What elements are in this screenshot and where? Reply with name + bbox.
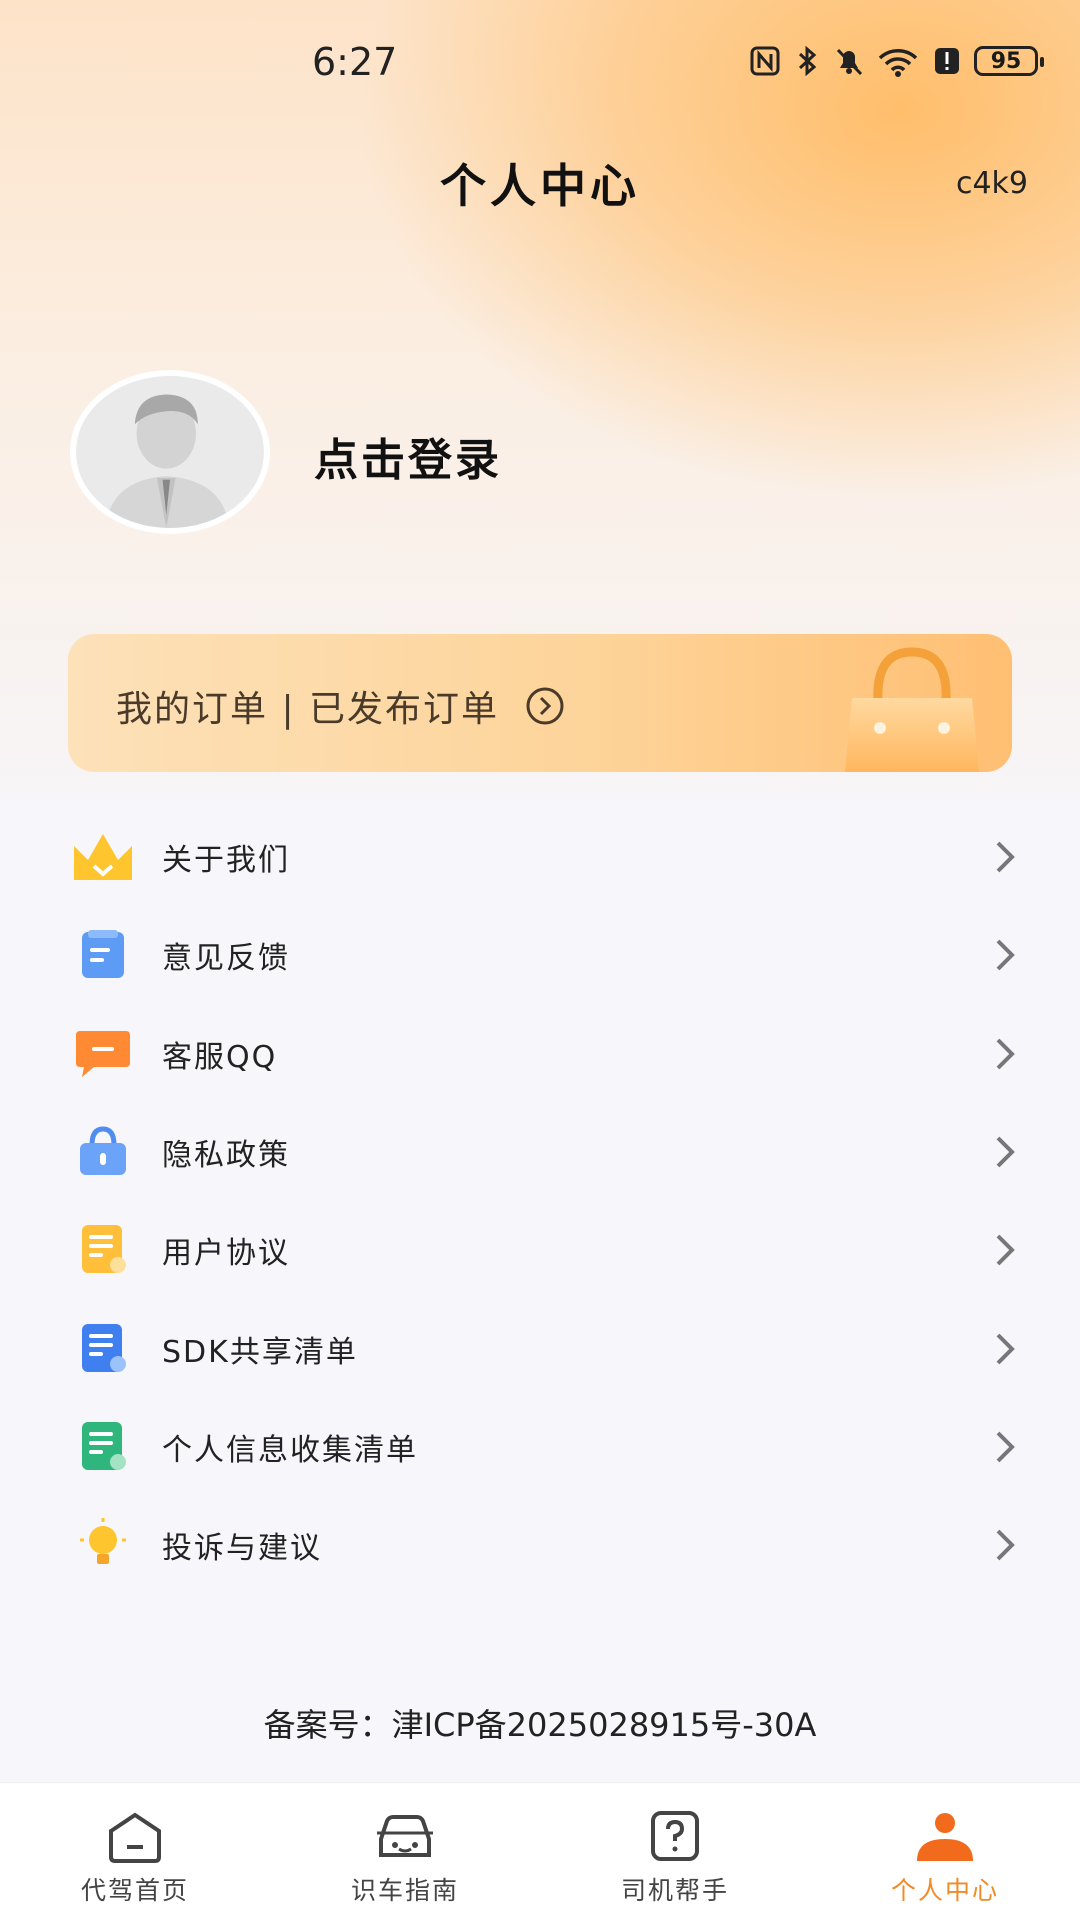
tab-home[interactable]: 代驾首页 — [0, 1783, 270, 1921]
menu-item-privacy[interactable]: 隐私政策 — [0, 1103, 1080, 1201]
status-bar: 6:27 95 — [0, 0, 1080, 130]
page-title: 个人中心 — [440, 159, 640, 213]
menu-item-label: 隐私政策 — [162, 1138, 290, 1174]
crown-icon — [74, 834, 132, 881]
shopping-bag-icon — [844, 647, 980, 772]
person-icon — [917, 1813, 973, 1861]
chevron-right-icon — [996, 1234, 1015, 1266]
login-link[interactable]: 点击登录 — [314, 424, 502, 488]
chat-bubble-icon — [76, 1030, 130, 1077]
nfc-icon — [750, 46, 780, 76]
chevron-right-icon — [996, 1431, 1015, 1463]
icp-record: 备案号：津ICP备2025028915号-30A — [263, 1706, 817, 1744]
bluetooth-icon — [798, 45, 817, 77]
help-icon — [651, 1811, 699, 1861]
menu-item-label: SDK共享清单 — [162, 1334, 358, 1370]
menu-item-label: 客服QQ — [162, 1039, 278, 1075]
menu-item-label: 关于我们 — [162, 843, 290, 879]
menu-list: 关于我们 意见反馈 客服QQ 隐私政策 用户协议 SDK共享清单 个人信息收集清… — [0, 808, 1080, 1594]
circle-arrow-right-icon — [526, 687, 564, 725]
tab-car-guide[interactable]: 识车指南 — [270, 1783, 540, 1921]
chevron-right-icon — [996, 940, 1015, 971]
tab-personal-center[interactable]: 个人中心 — [810, 1783, 1080, 1921]
status-time: 6:27 — [312, 40, 398, 84]
lightbulb-icon — [80, 1518, 126, 1565]
chevron-right-icon — [996, 1529, 1015, 1561]
lock-bag-icon — [80, 1126, 126, 1176]
menu-item-about[interactable]: 关于我们 — [0, 808, 1080, 906]
tab-label: 识车指南 — [350, 1876, 459, 1905]
menu-item-qq-service[interactable]: 客服QQ — [0, 1005, 1080, 1103]
tab-label: 个人中心 — [890, 1876, 999, 1905]
wifi-icon — [878, 49, 918, 77]
list-user-icon — [82, 1323, 126, 1372]
order-card[interactable]: 我的订单 | 已发布订单 — [68, 634, 1012, 772]
alert-icon — [935, 48, 959, 74]
menu-item-label: 投诉与建议 — [162, 1531, 322, 1567]
order-card-text-row: 我的订单 | 已发布订单 — [116, 680, 565, 732]
menu-item-sdk-list[interactable]: SDK共享清单 — [0, 1299, 1080, 1397]
info-list-icon — [82, 1421, 126, 1470]
chevron-right-icon — [996, 841, 1015, 873]
tab-label: 代驾首页 — [80, 1876, 189, 1905]
bell-off-icon — [836, 48, 863, 76]
document-icon — [82, 1225, 126, 1274]
menu-item-user-agreement[interactable]: 用户协议 — [0, 1201, 1080, 1299]
chevron-right-icon — [996, 1333, 1015, 1365]
clipboard-icon — [82, 930, 124, 979]
battery-level: 95 — [990, 48, 1022, 74]
chevron-right-icon — [996, 1038, 1015, 1070]
chevron-right-icon — [996, 1136, 1015, 1168]
user-silhouette-icon — [77, 376, 263, 528]
battery-icon: 95 — [974, 46, 1044, 76]
avatar[interactable] — [70, 370, 270, 534]
bottom-tab-bar: 代驾首页 识车指南 司机帮手 个人中心 — [0, 1782, 1080, 1921]
status-icons: 95 — [750, 44, 1044, 78]
header-code[interactable]: c4k9 — [956, 166, 1028, 201]
menu-item-label: 个人信息收集清单 — [162, 1432, 418, 1468]
menu-item-personal-info-list[interactable]: 个人信息收集清单 — [0, 1398, 1080, 1496]
order-card-label: 我的订单 | 已发布订单 — [116, 689, 500, 730]
menu-item-label: 意见反馈 — [162, 941, 290, 977]
tab-label: 司机帮手 — [620, 1876, 729, 1905]
menu-item-complaints[interactable]: 投诉与建议 — [0, 1496, 1080, 1594]
car-icon — [377, 1815, 433, 1857]
menu-item-feedback[interactable]: 意见反馈 — [0, 906, 1080, 1004]
menu-item-label: 用户协议 — [162, 1236, 290, 1272]
tab-driver-helper[interactable]: 司机帮手 — [540, 1783, 810, 1921]
home-icon — [109, 1812, 161, 1863]
